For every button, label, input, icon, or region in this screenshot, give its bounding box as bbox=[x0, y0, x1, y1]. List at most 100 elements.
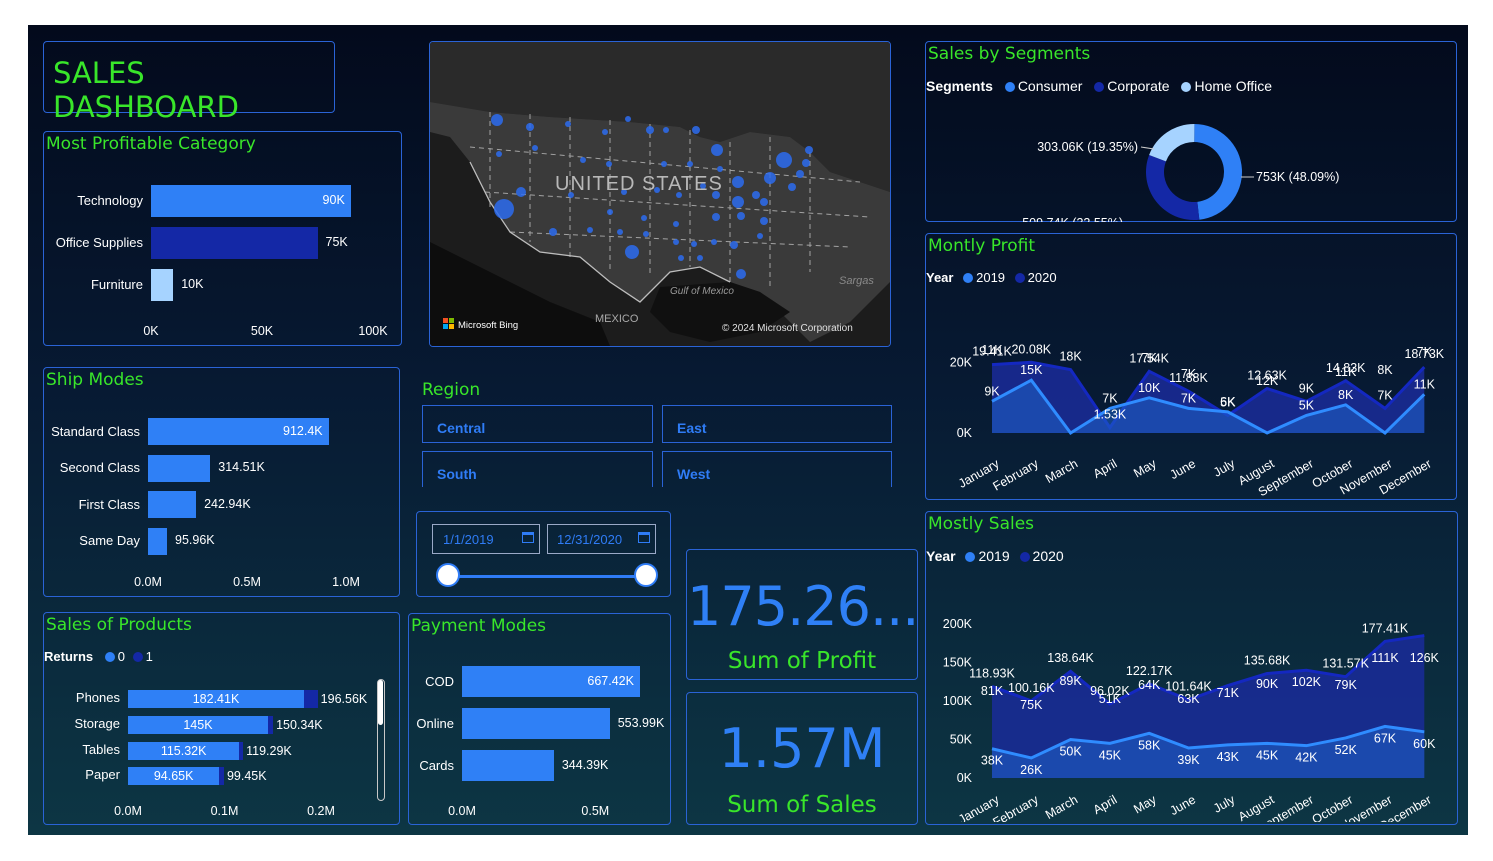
map-location-point[interactable] bbox=[602, 129, 608, 135]
map-location-point[interactable] bbox=[736, 269, 746, 279]
bar[interactable] bbox=[148, 454, 211, 482]
map-location-point[interactable] bbox=[565, 121, 571, 127]
map-location-point[interactable] bbox=[580, 157, 586, 163]
sales-products-card[interactable]: Sales of Products Returns 0 1 Phones 182.… bbox=[43, 612, 400, 825]
map-card[interactable]: UNITED STATES MEXICO Gulf of Mexico Sarg… bbox=[429, 41, 891, 347]
map-location-point[interactable] bbox=[496, 151, 502, 157]
map-location-point[interactable] bbox=[641, 215, 647, 221]
map-location-point[interactable] bbox=[678, 255, 684, 261]
start-date-input[interactable]: 1/1/2019 bbox=[432, 524, 540, 554]
donut-slice[interactable] bbox=[1149, 124, 1195, 162]
region-option-south[interactable]: South bbox=[422, 451, 653, 487]
map-location-point[interactable] bbox=[663, 127, 669, 133]
bar[interactable] bbox=[151, 227, 318, 259]
ship-modes-card[interactable]: Ship Modes Standard Class 912.4K Second Cl… bbox=[43, 367, 400, 597]
date-slider-start-handle[interactable] bbox=[436, 563, 460, 587]
map-location-point[interactable] bbox=[606, 161, 612, 167]
bar[interactable] bbox=[462, 708, 610, 739]
region-option-central[interactable]: Central bbox=[422, 405, 653, 443]
legend-2020: 2020 bbox=[1027, 270, 1057, 285]
map-location-point[interactable] bbox=[711, 144, 723, 156]
map-location-point[interactable] bbox=[802, 159, 810, 167]
map-location-point[interactable] bbox=[712, 213, 720, 221]
date-slider-end-handle[interactable] bbox=[634, 563, 658, 587]
map-location-point[interactable] bbox=[788, 183, 796, 191]
map-location-point[interactable] bbox=[717, 166, 723, 172]
bar[interactable] bbox=[151, 185, 351, 217]
map-location-point[interactable] bbox=[491, 114, 503, 126]
map-location-point[interactable] bbox=[711, 239, 717, 245]
map-location-point[interactable] bbox=[673, 221, 679, 227]
product-bar-returns-1[interactable] bbox=[304, 690, 318, 708]
region-option-west[interactable]: West bbox=[662, 451, 892, 487]
map-location-point[interactable] bbox=[607, 209, 613, 215]
segments-donut-chart[interactable]: 753K (48.09%) 509.74K (32.55%) 303.06K (19… bbox=[926, 102, 1456, 222]
map-location-point[interactable] bbox=[625, 116, 631, 122]
date-slider-track[interactable] bbox=[449, 575, 647, 578]
year-2019-dot-icon bbox=[963, 273, 974, 283]
map-location-point[interactable] bbox=[643, 231, 649, 237]
region-option-east[interactable]: East bbox=[662, 405, 892, 443]
map-location-point[interactable] bbox=[697, 255, 703, 261]
map-location-point[interactable] bbox=[587, 227, 593, 233]
map-location-point[interactable] bbox=[752, 191, 760, 199]
map-location-point[interactable] bbox=[796, 170, 804, 178]
map-location-point[interactable] bbox=[805, 146, 813, 154]
bar[interactable] bbox=[462, 750, 554, 781]
monthly-sales-card[interactable]: Mostly Sales Year 2019 2020 0K 50K 100K 150… bbox=[925, 511, 1458, 825]
calendar-icon[interactable] bbox=[638, 532, 650, 543]
map-location-point[interactable] bbox=[760, 198, 768, 206]
data-label: 8K bbox=[1338, 388, 1354, 402]
map-location-point[interactable] bbox=[757, 233, 763, 239]
product-bar-inner-label: 94.65K bbox=[153, 769, 194, 784]
profitable-category-card[interactable]: Most Profitable Category Technology 90K Of… bbox=[43, 131, 402, 346]
map-location-point[interactable] bbox=[532, 145, 538, 151]
map-location-point[interactable] bbox=[617, 229, 623, 235]
end-date-input[interactable]: 12/31/2020 bbox=[547, 524, 656, 554]
product-bar-returns-1[interactable] bbox=[239, 741, 244, 760]
map-location-point[interactable] bbox=[732, 196, 744, 208]
map-location-point[interactable] bbox=[760, 217, 768, 225]
monthly-profit-legend: Year 2019 2020 bbox=[926, 270, 1057, 285]
map-location-point[interactable] bbox=[673, 239, 679, 245]
bar-category-label: Office Supplies bbox=[55, 235, 143, 250]
segments-card[interactable]: Sales by Segments Segments Consumer Corp… bbox=[925, 41, 1457, 222]
monthly-sales-chart[interactable]: 0K 50K 100K 150K 200K 38K 26K 50K 45K 58K 39K 43K 45… bbox=[926, 572, 1456, 822]
us-map[interactable]: UNITED STATES MEXICO Gulf of Mexico Sarg… bbox=[430, 42, 890, 346]
donut-slice[interactable] bbox=[1146, 154, 1200, 220]
scrollbar-thumb[interactable] bbox=[378, 680, 383, 725]
date-range-card[interactable]: 1/1/2019 12/31/2020 bbox=[416, 511, 671, 597]
product-total-label: 119.29K bbox=[246, 743, 292, 758]
map-location-point[interactable] bbox=[646, 126, 654, 134]
map-location-point[interactable] bbox=[516, 187, 526, 197]
monthly-profit-card[interactable]: Montly Profit Year 2019 2020 0K 20K 9K 15K 7… bbox=[925, 233, 1457, 500]
product-bar-returns-1[interactable] bbox=[219, 767, 224, 786]
region-slicer[interactable]: Region Central East South West bbox=[421, 377, 893, 487]
map-location-point[interactable] bbox=[661, 161, 667, 167]
map-location-point[interactable] bbox=[692, 126, 700, 134]
map-location-point[interactable] bbox=[526, 123, 534, 131]
bar-value-label: 95.96K bbox=[175, 533, 215, 547]
map-location-point[interactable] bbox=[494, 199, 514, 219]
bar[interactable] bbox=[148, 491, 197, 518]
map-location-point[interactable] bbox=[764, 172, 776, 184]
map-location-point[interactable] bbox=[687, 161, 693, 167]
donut-slice[interactable] bbox=[1194, 124, 1242, 220]
data-label: 111K bbox=[1371, 651, 1399, 665]
map-location-point[interactable] bbox=[776, 152, 792, 168]
calendar-icon[interactable] bbox=[522, 532, 534, 543]
product-bar-returns-1[interactable] bbox=[267, 715, 274, 734]
bar[interactable] bbox=[151, 269, 174, 301]
map-location-point[interactable] bbox=[730, 241, 738, 249]
map-location-point[interactable] bbox=[732, 176, 744, 188]
data-label: 11K bbox=[981, 343, 1003, 357]
bar[interactable] bbox=[148, 527, 167, 555]
map-location-point[interactable] bbox=[737, 212, 745, 220]
payment-modes-card[interactable]: Payment Modes COD 667.42K Online 553.99K Car… bbox=[408, 613, 671, 825]
monthly-profit-chart[interactable]: 0K20K9K15K7K10K7K 6K 5K8K11K19.41K 20.08K18… bbox=[926, 296, 1456, 496]
map-location-point[interactable] bbox=[549, 228, 557, 236]
map-location-point[interactable] bbox=[691, 241, 697, 247]
sales-products-scrollbar[interactable] bbox=[377, 679, 385, 801]
monthly-profit-title: Montly Profit bbox=[928, 236, 1036, 256]
map-location-point[interactable] bbox=[625, 245, 639, 259]
